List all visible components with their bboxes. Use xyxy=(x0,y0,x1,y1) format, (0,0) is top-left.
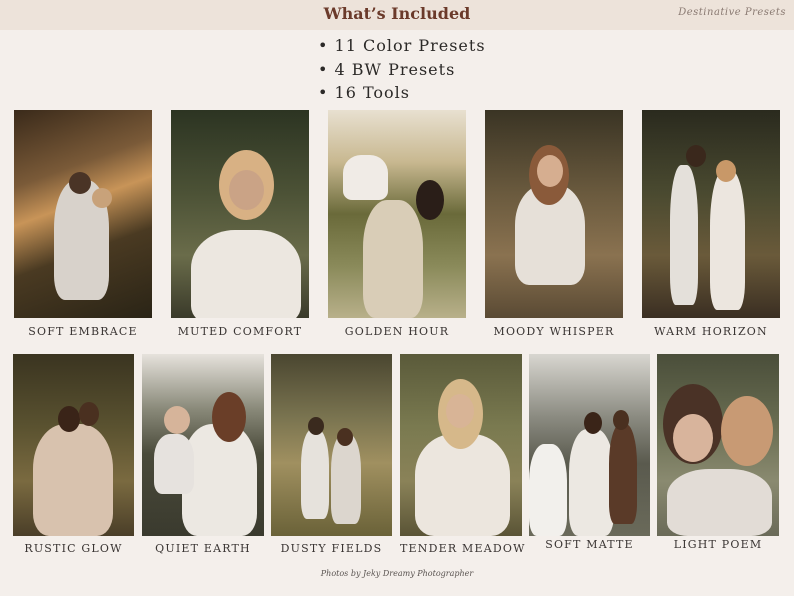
feature-item: 11 Color Presets xyxy=(318,34,486,58)
photo-golden-hour xyxy=(328,110,466,318)
preset-label: QUIET EARTH xyxy=(155,542,251,555)
photo-moody-whisper xyxy=(485,110,623,318)
feature-item: 4 BW Presets xyxy=(318,58,486,82)
photo-dusty-fields xyxy=(271,354,392,536)
page-title: What’s Included xyxy=(323,4,471,23)
photo-light-poem xyxy=(657,354,779,536)
preset-label: GOLDEN HOUR xyxy=(344,325,450,338)
feature-item: 16 Tools xyxy=(318,81,486,105)
photo-warm-horizon xyxy=(642,110,780,318)
photo-tender-meadow xyxy=(400,354,522,536)
preset-label: WARM HORIZON xyxy=(654,325,768,338)
feature-list: 11 Color Presets 4 BW Presets 16 Tools xyxy=(318,34,486,105)
photo-soft-embrace xyxy=(14,110,152,318)
preset-label: SOFT EMBRACE xyxy=(28,325,138,338)
preset-label: MUTED COMFORT xyxy=(177,325,303,338)
preset-label: LIGHT POEM xyxy=(673,538,763,551)
brand-logo: Destinative Presets xyxy=(678,7,786,18)
photo-rustic-glow xyxy=(13,354,134,536)
preset-label: SOFT MATTE xyxy=(545,538,634,551)
photo-credit: Photos by Jeky Dreamy Photographer xyxy=(320,569,474,578)
photo-quiet-earth xyxy=(142,354,264,536)
photo-muted-comfort xyxy=(171,110,309,318)
preset-label: TENDER MEADOW xyxy=(400,542,526,555)
preset-label: DUSTY FIELDS xyxy=(280,542,383,555)
preset-label: RUSTIC GLOW xyxy=(24,542,123,555)
preset-label: MOODY WHISPER xyxy=(493,325,615,338)
photo-soft-matte xyxy=(529,354,650,536)
